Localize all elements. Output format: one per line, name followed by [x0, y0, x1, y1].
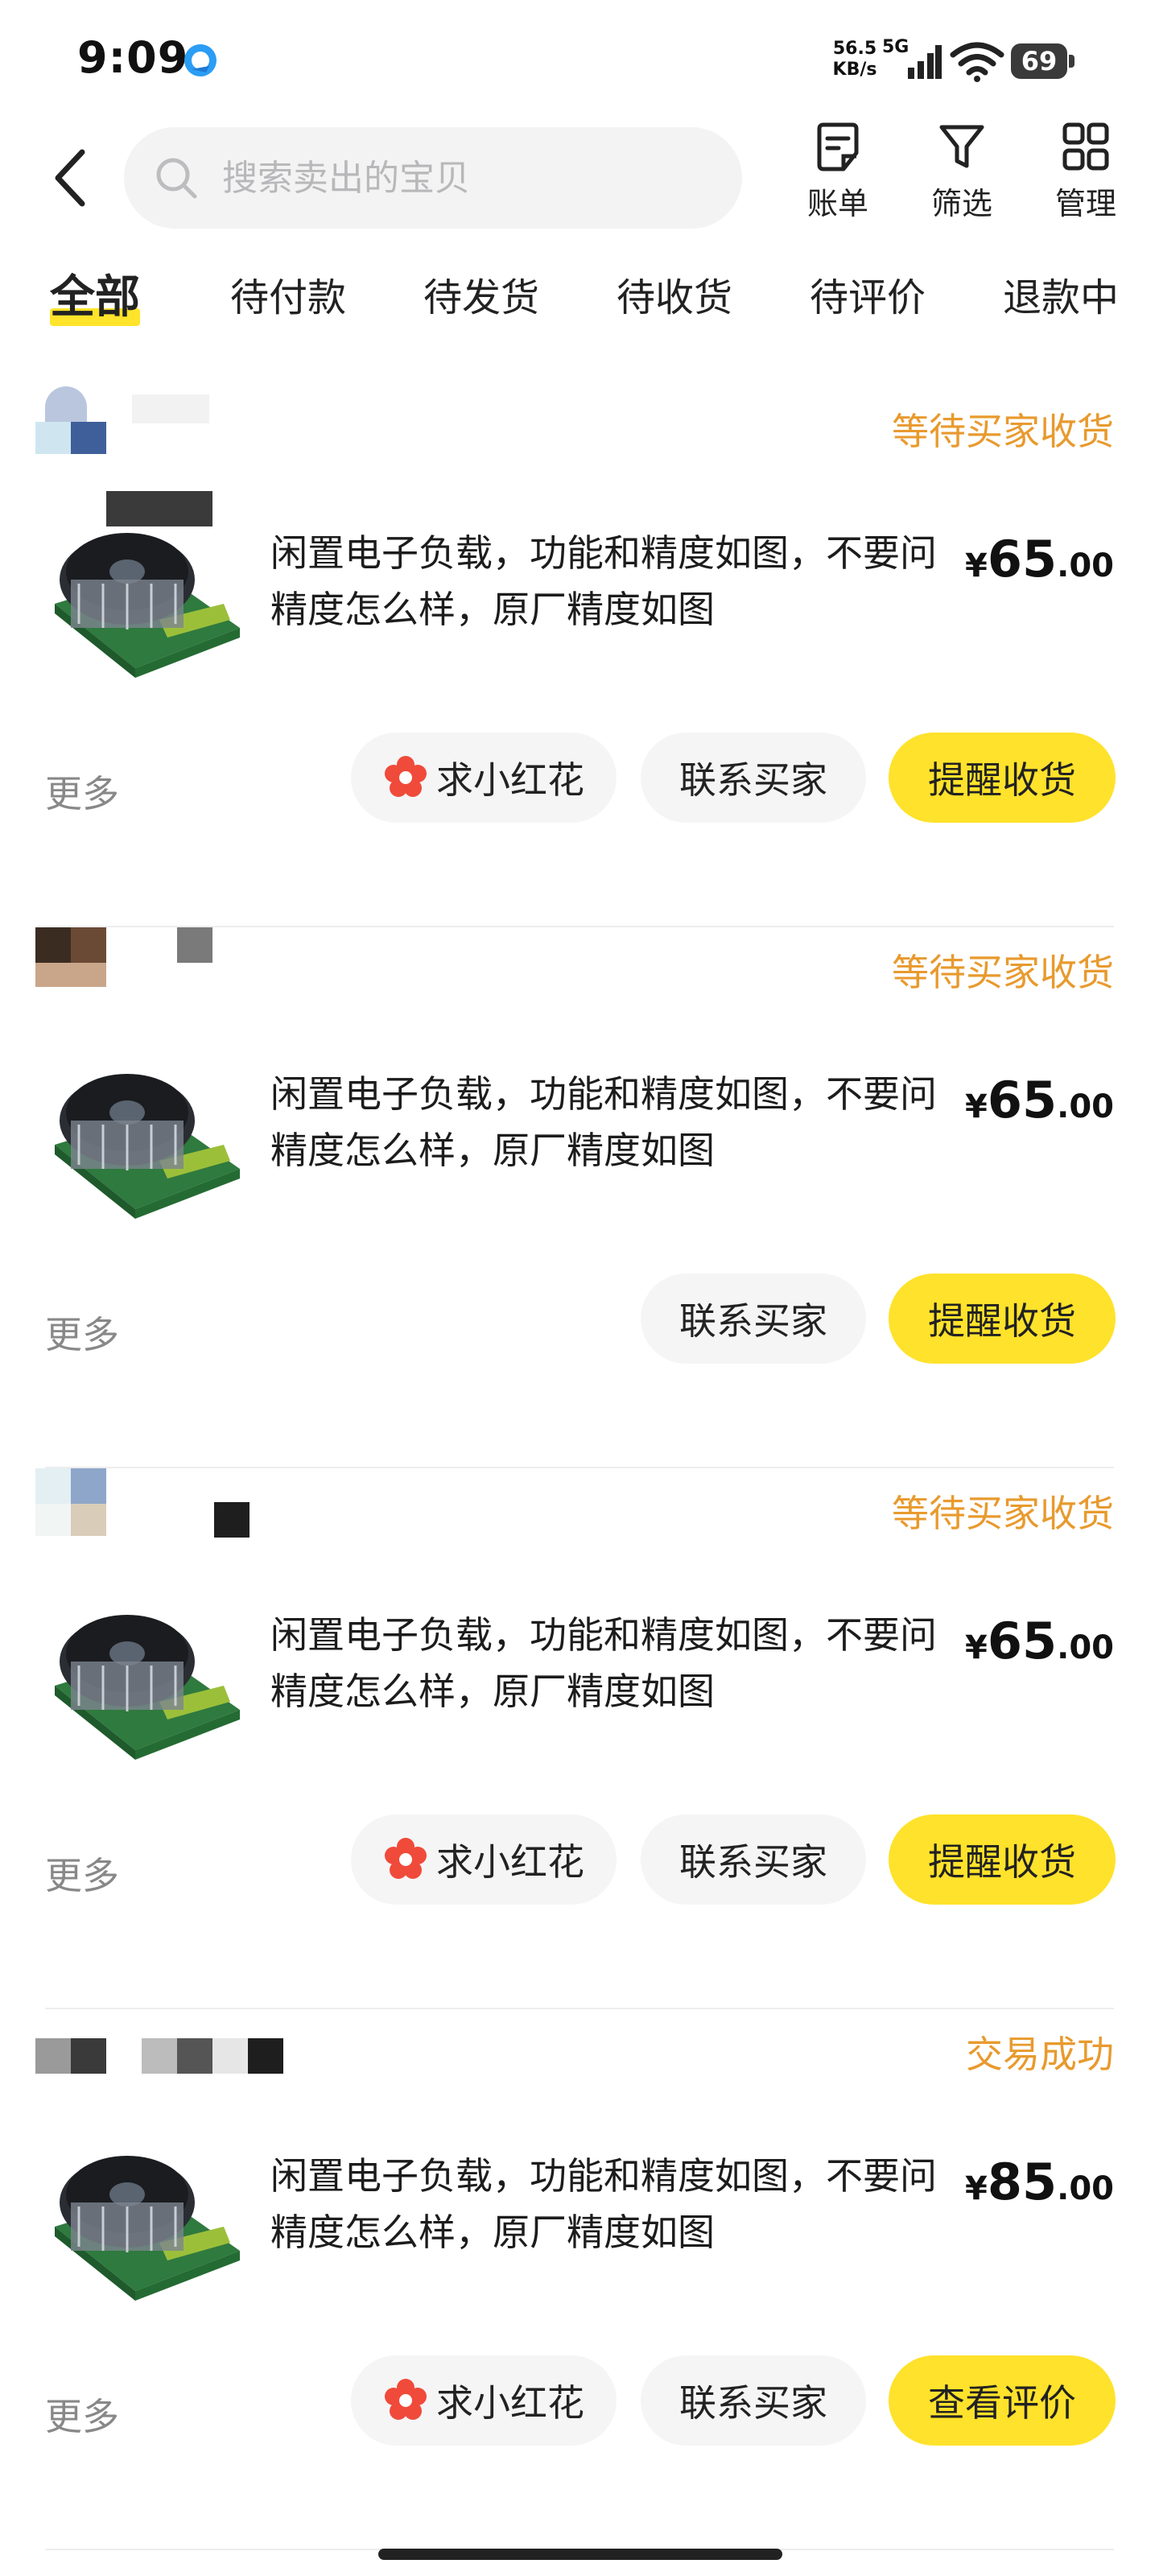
home-indicator[interactable] — [378, 2549, 782, 2560]
product-title[interactable]: 闲置电子负载，功能和精度如图，不要问精度怎么样，原厂精度如图 — [270, 525, 947, 638]
order-card[interactable]: 交易成功 闲置电子负载，功能和精度如图，不要问精度怎么样，原厂精度如图 ¥85.… — [0, 2009, 1159, 2550]
red-flower-icon — [385, 756, 427, 797]
search-icon — [156, 158, 197, 199]
remind-receipt-button[interactable]: 提醒收货 — [889, 1274, 1116, 1364]
tab-pending-review[interactable]: 待评价 — [810, 266, 926, 322]
price: ¥85.00 — [965, 2153, 1114, 2211]
remind-receipt-button[interactable]: 提醒收货 — [889, 1814, 1116, 1905]
product-title[interactable]: 闲置电子负载，功能和精度如图，不要问精度怎么样，原厂精度如图 — [270, 1066, 947, 1179]
tab-pending-payment[interactable]: 待付款 — [230, 266, 346, 322]
price: ¥65.00 — [965, 1612, 1114, 1670]
contact-buyer-button[interactable]: 联系买家 — [641, 1274, 866, 1364]
search-input[interactable] — [221, 156, 674, 200]
net-speed: 56.5 KB/s — [832, 39, 877, 80]
more-link[interactable]: 更多 — [45, 1306, 119, 1359]
product-thumbnail[interactable] — [39, 2114, 250, 2325]
chevron-left-icon — [55, 149, 85, 207]
bill-label: 账单 — [806, 186, 868, 221]
price: ¥65.00 — [965, 530, 1114, 588]
filter-icon — [939, 125, 984, 168]
view-review-button[interactable]: 查看评价 — [889, 2355, 1116, 2446]
request-flower-button[interactable]: 求小红花 — [351, 1814, 617, 1905]
status-bar: 9:09 56.5 KB/s 5G 69 — [0, 0, 1159, 121]
search-bar[interactable] — [124, 127, 742, 229]
contact-buyer-button[interactable]: 联系买家 — [641, 733, 866, 823]
remind-receipt-button[interactable]: 提醒收货 — [889, 733, 1116, 823]
buyer-info-redacted — [35, 1468, 293, 1541]
order-status: 等待买家收货 — [892, 1492, 1114, 1535]
buyer-info-redacted — [35, 927, 293, 1000]
tab-pending-shipment[interactable]: 待发货 — [423, 266, 539, 322]
order-card[interactable]: 等待买家收货 闲置电子负载，功能和精度如图，不要问精度怎么样，原厂精度如图 ¥6… — [0, 1468, 1159, 2009]
product-title[interactable]: 闲置电子负载，功能和精度如图，不要问精度怎么样，原厂精度如图 — [270, 2148, 947, 2260]
tab-pending-receipt[interactable]: 待收货 — [617, 266, 732, 322]
filter-label: 筛选 — [930, 186, 992, 221]
order-tabs: 全部 待付款 待发货 待收货 待评价 退款中 — [0, 258, 1159, 338]
grid-icon — [1062, 122, 1109, 171]
contact-buyer-button[interactable]: 联系买家 — [641, 1814, 866, 1905]
order-card[interactable]: 等待买家收货 闲置电子负载，功能和精度如图，不要问精度怎么样，原厂精度如图 ¥6… — [0, 927, 1159, 1468]
order-status: 等待买家收货 — [892, 410, 1114, 453]
contact-buyer-button[interactable]: 联系买家 — [641, 2355, 866, 2446]
filter-button[interactable]: 筛选 — [918, 121, 1006, 223]
tab-all[interactable]: 全部 — [50, 261, 140, 326]
order-status: 等待买家收货 — [892, 951, 1114, 994]
price: ¥65.00 — [965, 1071, 1114, 1129]
cellular-signal-icon — [908, 45, 942, 79]
order-card[interactable]: 等待买家收货 闲置电子负载，功能和精度如图，不要问精度怎么样，原厂精度如图 ¥6… — [0, 386, 1159, 927]
request-flower-button[interactable]: 求小红花 — [351, 733, 617, 823]
red-flower-icon — [385, 1838, 427, 1879]
product-thumbnail[interactable] — [39, 1032, 250, 1243]
red-flower-icon — [385, 2379, 427, 2420]
more-link[interactable]: 更多 — [45, 765, 119, 818]
tab-refunding[interactable]: 退款中 — [1003, 266, 1119, 322]
more-link[interactable]: 更多 — [45, 2388, 119, 2441]
bill-button[interactable]: 账单 — [794, 121, 882, 223]
qq-browser-icon — [184, 44, 217, 76]
back-button[interactable] — [45, 142, 93, 214]
order-status: 交易成功 — [966, 2033, 1114, 2076]
request-flower-button[interactable]: 求小红花 — [351, 2355, 617, 2446]
battery-icon: 69 — [1011, 43, 1075, 79]
buyer-info-redacted — [35, 386, 293, 526]
wifi-icon — [950, 42, 1004, 82]
product-thumbnail[interactable] — [39, 491, 250, 702]
product-title[interactable]: 闲置电子负载，功能和精度如图，不要问精度怎么样，原厂精度如图 — [270, 1607, 947, 1719]
product-thumbnail[interactable] — [39, 1573, 250, 1784]
clock: 9:09 — [77, 32, 189, 83]
buyer-info-redacted — [35, 2009, 293, 2082]
more-link[interactable]: 更多 — [45, 1847, 119, 1900]
manage-button[interactable]: 管理 — [1041, 121, 1130, 223]
manage-label: 管理 — [1054, 186, 1116, 221]
bill-icon — [817, 122, 859, 171]
